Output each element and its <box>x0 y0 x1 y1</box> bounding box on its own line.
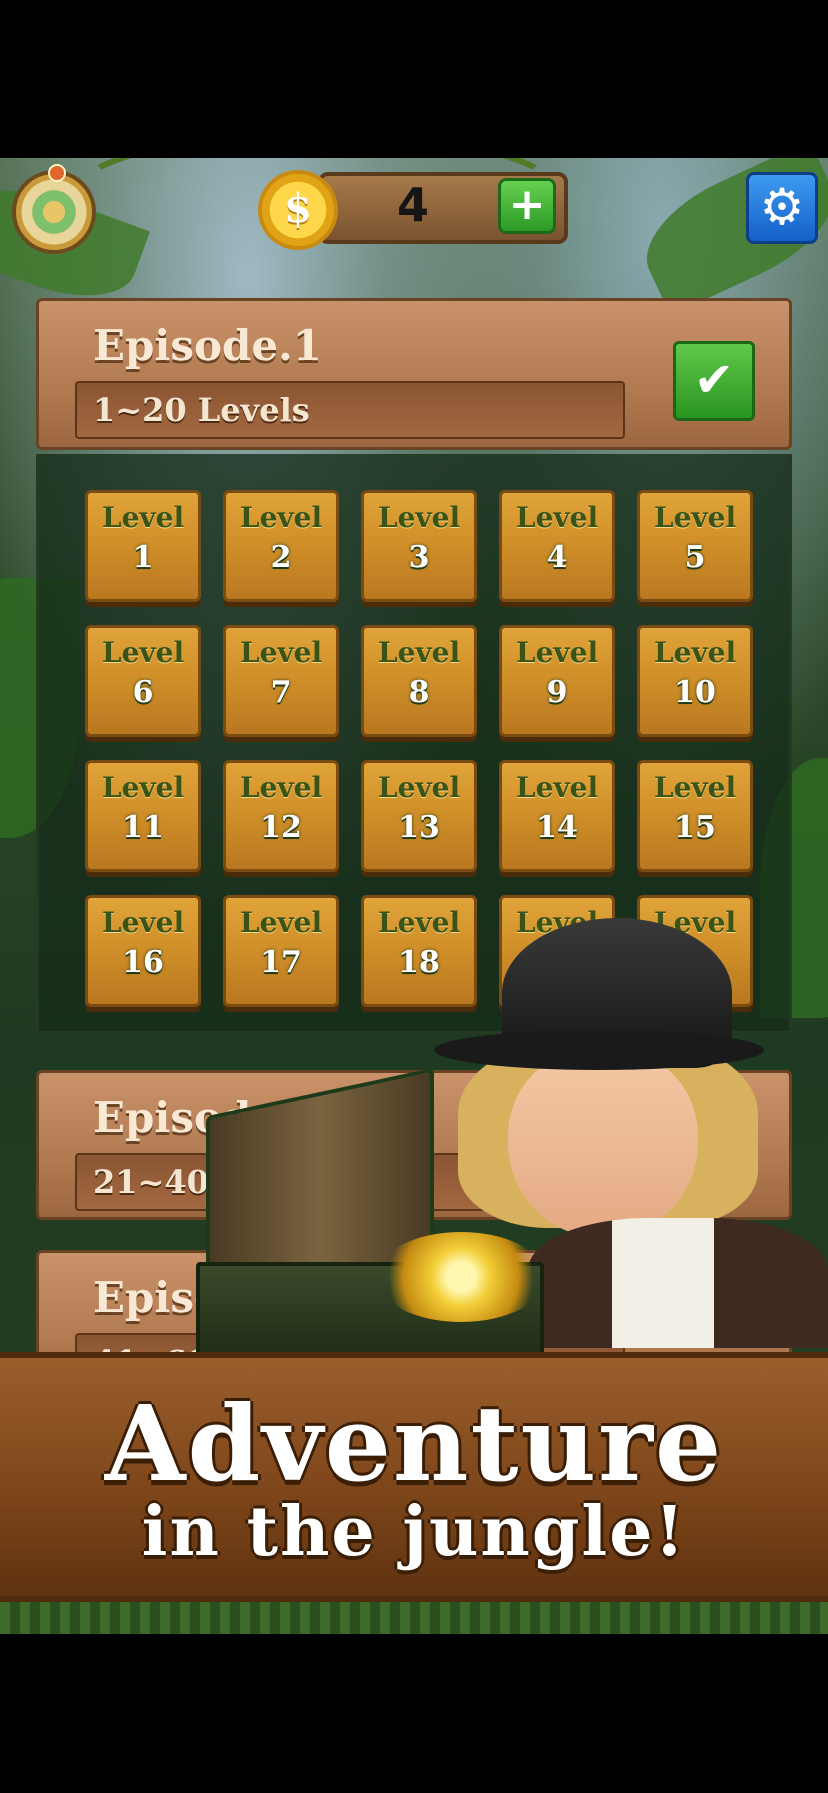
grass-decoration <box>0 1602 828 1634</box>
level-word: Level <box>239 771 323 804</box>
banner-title: Adventure <box>104 1382 724 1505</box>
level-number: 3 <box>408 540 430 575</box>
level-word: Level <box>377 636 461 669</box>
lucky-wheel-icon <box>48 164 66 182</box>
treasure-chest-illustration <box>196 1067 546 1362</box>
gold-coins-glow <box>376 1232 546 1322</box>
level-word: Level <box>101 906 185 939</box>
episode-1-header[interactable]: Episode.1 1~20 Levels ✔ <box>36 298 792 450</box>
level-button[interactable]: Level 4 <box>499 490 615 602</box>
level-number: 9 <box>546 675 568 710</box>
level-button[interactable]: Level 13 <box>361 760 477 872</box>
level-word: Level <box>515 501 599 534</box>
lucky-wheel-button[interactable] <box>12 164 96 254</box>
level-number: 6 <box>132 675 154 710</box>
level-button[interactable]: Level 2 <box>223 490 339 602</box>
settings-button[interactable]: ⚙ <box>746 172 818 244</box>
episode-title: Episode.1 <box>93 321 322 370</box>
level-button[interactable]: Level 9 <box>499 625 615 737</box>
level-word: Level <box>101 771 185 804</box>
level-number: 1 <box>132 540 154 575</box>
level-number: 5 <box>684 540 706 575</box>
level-word: Level <box>377 771 461 804</box>
level-number: 12 <box>260 810 302 845</box>
level-number: 15 <box>674 810 716 845</box>
level-word: Level <box>101 501 185 534</box>
level-number: 13 <box>398 810 440 845</box>
level-number: 2 <box>270 540 292 575</box>
level-number: 4 <box>546 540 568 575</box>
level-button[interactable]: Level 10 <box>637 625 753 737</box>
level-button[interactable]: Level 16 <box>85 895 201 1007</box>
level-button[interactable]: Level 3 <box>361 490 477 602</box>
banner-subtitle: in the jungle! <box>141 1492 687 1572</box>
level-button[interactable]: Level 15 <box>637 760 753 872</box>
character-hat-brim <box>434 1030 764 1070</box>
level-word: Level <box>653 501 737 534</box>
level-word: Level <box>515 636 599 669</box>
character-face <box>508 1048 698 1238</box>
level-number: 10 <box>674 675 716 710</box>
level-number: 14 <box>536 810 578 845</box>
level-word: Level <box>239 636 323 669</box>
level-number: 7 <box>270 675 292 710</box>
coin-count: 4 <box>396 178 429 232</box>
level-button[interactable]: Level 11 <box>85 760 201 872</box>
character-shirt <box>528 1218 828 1348</box>
episode-range: 1~20 Levels <box>75 381 625 439</box>
level-word: Level <box>515 771 599 804</box>
coin-icon: $ <box>258 170 338 250</box>
level-button[interactable]: Level 8 <box>361 625 477 737</box>
add-coins-button[interactable]: + <box>498 178 556 234</box>
level-number: 8 <box>408 675 430 710</box>
level-button[interactable]: Level 6 <box>85 625 201 737</box>
level-word: Level <box>653 771 737 804</box>
coin-counter: $ 4 + <box>258 170 570 250</box>
level-word: Level <box>239 501 323 534</box>
level-number: 17 <box>260 945 302 980</box>
level-word: Level <box>653 636 737 669</box>
level-button[interactable]: Level 5 <box>637 490 753 602</box>
collapse-episode-button[interactable]: ✔ <box>673 341 755 421</box>
level-button[interactable]: Level 12 <box>223 760 339 872</box>
level-button[interactable]: Level 17 <box>223 895 339 1007</box>
level-button[interactable]: Level 7 <box>223 625 339 737</box>
level-word: Level <box>101 636 185 669</box>
level-word: Level <box>377 501 461 534</box>
level-number: 11 <box>122 810 164 845</box>
level-word: Level <box>239 906 323 939</box>
level-button[interactable]: Level 14 <box>499 760 615 872</box>
level-button[interactable]: Level 1 <box>85 490 201 602</box>
level-number: 16 <box>122 945 164 980</box>
